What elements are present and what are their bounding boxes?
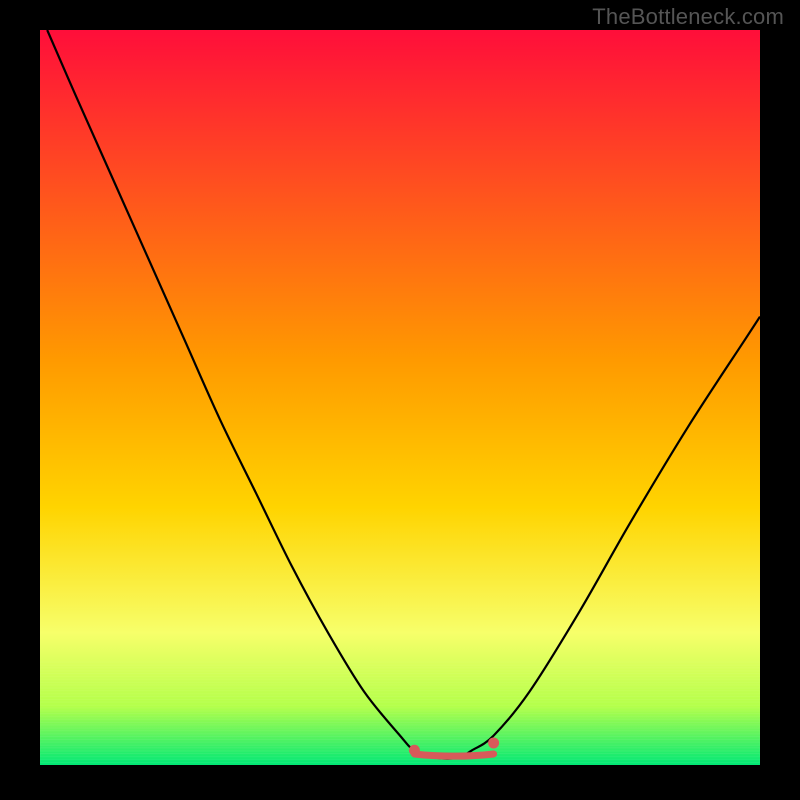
chart-frame: TheBottleneck.com xyxy=(0,0,800,800)
optimum-marker xyxy=(488,737,499,748)
bottleneck-chart xyxy=(40,30,760,765)
optimum-segment xyxy=(414,754,493,756)
plot-area xyxy=(40,30,760,765)
watermark-text: TheBottleneck.com xyxy=(592,4,784,30)
optimum-marker xyxy=(409,745,420,756)
gradient-background xyxy=(40,30,760,765)
